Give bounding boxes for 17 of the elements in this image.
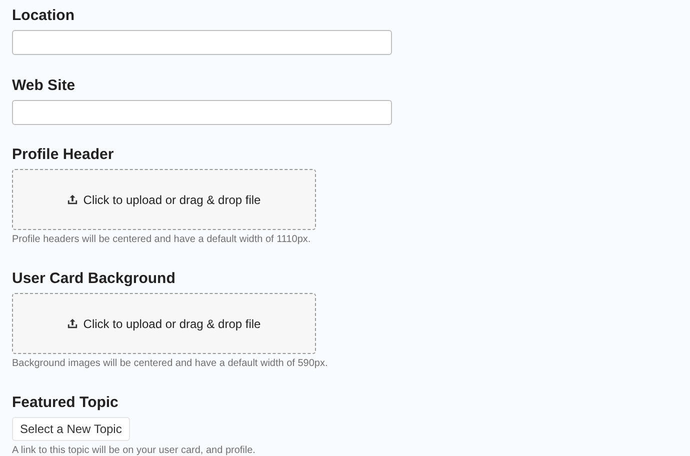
hint-text: Profile headers will be centered and have a default width of 1110px. — [12, 234, 312, 246]
upload-prompt: Click to upload or drag & drop file — [83, 316, 261, 332]
text-field[interactable] — [12, 100, 392, 125]
upload-dropzone[interactable]: Click to upload or drag & drop file — [12, 169, 316, 230]
upload-icon — [67, 194, 78, 205]
hint-text: A link to this topic will be on your user card, and profile. — [12, 445, 256, 456]
upload-icon — [67, 318, 78, 329]
field-label: Web Site — [12, 77, 76, 95]
select-topic-button[interactable]: Select a New Topic — [12, 417, 130, 441]
field-label: User Card Background — [12, 270, 176, 288]
field-label: Featured Topic — [12, 394, 120, 412]
text-field[interactable] — [12, 30, 392, 55]
field-label: Profile Header — [12, 146, 115, 164]
hint-text: Background images will be centered and have a default width of 590px. — [12, 358, 329, 370]
upload-dropzone[interactable]: Click to upload or drag & drop file — [12, 293, 316, 354]
field-label: Location — [12, 7, 76, 25]
upload-prompt: Click to upload or drag & drop file — [83, 192, 261, 208]
